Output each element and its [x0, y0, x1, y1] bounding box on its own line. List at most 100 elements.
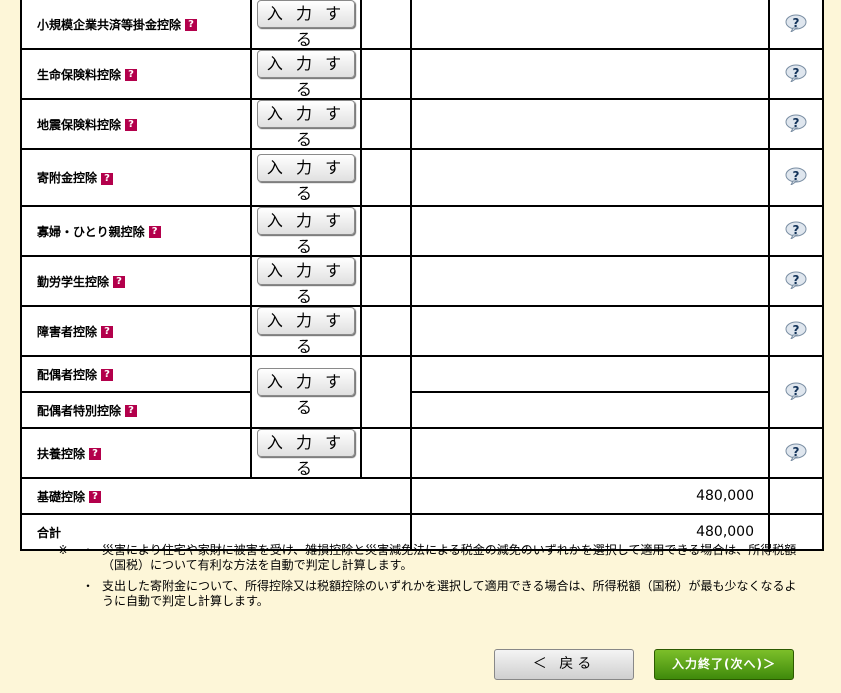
label-cell: 配偶者控除?	[20, 355, 252, 393]
question-mark-icon[interactable]: ?	[101, 326, 114, 338]
row-label: 寡婦・ひとり親控除	[37, 224, 145, 239]
help-bubble-icon[interactable]: ?	[785, 114, 807, 133]
note-item: ※ ・ 災害により住宅や家財に被害を受け、雑損控除と災害減免法による税金の減免の…	[58, 543, 798, 573]
amount-cell	[410, 391, 770, 429]
help-cell: ?	[768, 305, 824, 357]
notes: ※ ・ 災害により住宅や家財に被害を受け、雑損控除と災害減免法による税金の減免の…	[58, 543, 798, 615]
help-bubble-icon[interactable]: ?	[785, 221, 807, 240]
row-label: 配偶者控除	[37, 367, 98, 382]
input-button-life-insurance[interactable]: 入 力 す る	[257, 50, 355, 99]
button-cell: 入 力 す る	[250, 205, 362, 257]
svg-text:?: ?	[793, 16, 800, 30]
table-row: 小規模企業共済等掛金控除? 入 力 す る ?	[20, 0, 824, 50]
input-button-disability[interactable]: 入 力 す る	[257, 307, 355, 356]
table-row: 配偶者特別控除?	[20, 391, 823, 429]
label-cell: 小規模企業共済等掛金控除?	[20, 0, 252, 50]
back-button[interactable]: ＜ 戻る	[494, 649, 634, 680]
note-item: ・ 支出した寄附金について、所得控除又は税額控除のいずれかを選択して適用できる場…	[58, 579, 798, 609]
help-bubble-icon[interactable]: ?	[785, 167, 807, 187]
empty-cell	[360, 148, 412, 207]
input-button-earthquake-insurance[interactable]: 入 力 す る	[257, 100, 355, 149]
note-mark: ※	[58, 543, 69, 557]
button-cell: 入 力 す る	[250, 148, 362, 207]
help-bubble-icon[interactable]: ?	[785, 321, 807, 340]
button-cell: 入 力 す る	[250, 0, 362, 50]
question-mark-icon[interactable]: ?	[125, 69, 138, 81]
row-label: 基礎控除	[37, 489, 86, 504]
help-cell: ?	[768, 427, 824, 479]
row-label: 勤労学生控除	[37, 274, 110, 289]
help-cell: ?	[768, 48, 824, 100]
empty-cell	[768, 477, 824, 515]
svg-text:?: ?	[793, 445, 800, 459]
empty-cell	[360, 355, 412, 429]
amount-cell	[410, 148, 770, 207]
empty-cell	[360, 255, 412, 307]
amount-cell	[410, 255, 770, 307]
label-cell: 扶養控除?	[20, 427, 252, 479]
question-mark-icon[interactable]: ?	[185, 19, 198, 31]
row-label: 配偶者特別控除	[37, 403, 122, 418]
help-cell: ?	[768, 148, 824, 207]
table-row: 生命保険料控除? 入 力 す る ?	[20, 48, 824, 100]
amount-cell	[410, 427, 770, 479]
svg-text:?: ?	[793, 169, 800, 183]
question-mark-icon[interactable]: ?	[101, 369, 114, 381]
label-cell: 地震保険料控除?	[20, 98, 252, 150]
note-bullet: ・	[82, 543, 95, 557]
input-button-widow-single-parent[interactable]: 入 力 す る	[257, 207, 355, 256]
question-mark-icon[interactable]: ?	[89, 448, 102, 460]
amount-cell	[410, 355, 770, 393]
amount-cell	[410, 305, 770, 357]
basic-label-cell: 基礎控除?	[20, 477, 412, 515]
amount-cell	[410, 98, 770, 150]
help-bubble-icon[interactable]: ?	[785, 382, 807, 401]
help-cell: ?	[768, 255, 824, 307]
button-cell: 入 力 す る	[250, 427, 362, 479]
table-row: 勤労学生控除? 入 力 す る ?	[20, 255, 824, 307]
input-button-dependent[interactable]: 入 力 す る	[257, 429, 355, 478]
question-mark-icon[interactable]: ?	[89, 491, 102, 503]
button-cell: 入 力 す る	[250, 255, 362, 307]
input-button-donation[interactable]: 入 力 す る	[257, 153, 355, 203]
svg-text:?: ?	[793, 223, 800, 237]
amount-cell	[410, 0, 770, 50]
empty-cell	[360, 305, 412, 357]
note-mark-spacer	[58, 579, 82, 609]
label-cell: 勤労学生控除?	[20, 255, 252, 307]
help-bubble-icon[interactable]: ?	[785, 271, 807, 290]
note-text: 災害により住宅や家財に被害を受け、雑損控除と災害減免法による税金の減免のいずれか…	[102, 543, 797, 572]
button-cell: 入 力 す る	[250, 98, 362, 150]
row-label: 地震保険料控除	[37, 117, 122, 132]
note-bullet: ・	[82, 579, 95, 593]
row-label: 生命保険料控除	[37, 67, 122, 82]
input-button-working-student[interactable]: 入 力 す る	[257, 257, 355, 306]
help-cell: ?	[768, 205, 824, 257]
button-cell: 入 力 す る	[250, 305, 362, 357]
question-mark-icon[interactable]: ?	[148, 226, 161, 238]
svg-text:?: ?	[793, 273, 800, 287]
label-cell: 寡婦・ひとり親控除?	[20, 205, 252, 257]
deduction-table: 小規模企業共済等掛金控除? 入 力 す る ? 生命保険料控除? 入 力 す る…	[20, 0, 824, 551]
help-bubble-icon[interactable]: ?	[785, 443, 807, 462]
input-button-spouse[interactable]: 入 力 す る	[257, 368, 355, 417]
finish-input-next-button[interactable]: 入力終了(次へ)＞	[654, 649, 794, 680]
table-row: 障害者控除? 入 力 す る ?	[20, 305, 824, 357]
help-bubble-icon[interactable]: ?	[785, 64, 807, 83]
empty-cell	[360, 48, 412, 100]
question-mark-icon[interactable]: ?	[125, 119, 138, 131]
help-cell: ?	[768, 98, 824, 150]
svg-text:?: ?	[793, 116, 800, 130]
input-button-small-business[interactable]: 入 力 す る	[257, 0, 355, 49]
help-cell: ?	[768, 0, 824, 50]
svg-text:?: ?	[793, 384, 800, 398]
question-mark-icon[interactable]: ?	[125, 405, 138, 417]
question-mark-icon[interactable]: ?	[113, 276, 126, 288]
label-cell: 障害者控除?	[20, 305, 252, 357]
table-row: 基礎控除? 480,000	[20, 477, 824, 515]
empty-cell	[360, 98, 412, 150]
table-row: 寄附金控除? 入 力 す る ?	[20, 148, 824, 207]
table-row: 寡婦・ひとり親控除? 入 力 す る ?	[20, 205, 824, 257]
question-mark-icon[interactable]: ?	[101, 172, 114, 185]
help-bubble-icon[interactable]: ?	[785, 14, 807, 33]
